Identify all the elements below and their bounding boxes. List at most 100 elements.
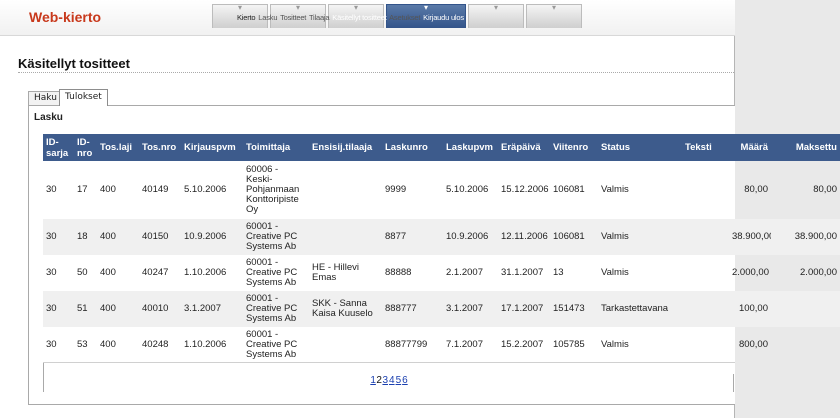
cell-tosnro: 40248	[142, 339, 169, 350]
col-header-viitenro[interactable]: Viitenro	[550, 134, 598, 161]
cell-idnro: 53	[77, 339, 88, 350]
cell-kirjauspvm: 1.10.2006	[184, 267, 227, 278]
nav-label-tilaaja[interactable]: Tilaaja	[309, 13, 330, 22]
table-header-row: ID-sarja ID-nro Tos.laji Tos.nro Kirjaus…	[43, 134, 840, 161]
page-link-4[interactable]: 4	[389, 375, 395, 386]
cell-laskunro: 88888	[385, 267, 412, 278]
tab-haku[interactable]: Haku	[28, 91, 63, 105]
chevron-down-icon: ▾	[551, 3, 556, 12]
app-logo[interactable]: Web-kierto	[29, 9, 101, 25]
table-row[interactable]: 30 18 400 40150 10.9.2006 60001 - Creati…	[43, 219, 840, 255]
cell-maara: 80,00	[744, 184, 768, 195]
cell-toslaji: 400	[100, 339, 116, 350]
cell-idnro: 17	[77, 184, 88, 195]
cell-viitenro: 13	[553, 267, 564, 278]
col-header-toslaji[interactable]: Tos.laji	[97, 134, 139, 161]
col-header-idsarja[interactable]: ID-sarja	[43, 134, 74, 161]
cell-kirjauspvm: 1.10.2006	[184, 339, 227, 350]
cell-teksti	[682, 161, 729, 219]
page-link-6[interactable]: 6	[402, 375, 408, 386]
cell-laskupvm: 7.1.2007	[446, 339, 483, 350]
table-row[interactable]: 30 51 400 40010 3.1.2007 60001 - Creativ…	[43, 291, 840, 327]
nav-label-kirjaudu-ulos[interactable]: Kirjaudu ulos	[423, 13, 464, 22]
section-label: Lasku	[34, 112, 63, 123]
col-header-maara[interactable]: Määrä	[729, 134, 771, 161]
cell-teksti	[682, 291, 729, 327]
results-table: ID-sarja ID-nro Tos.laji Tos.nro Kirjaus…	[43, 134, 840, 363]
col-header-idnro[interactable]: ID-nro	[74, 134, 97, 161]
cell-toslaji: 400	[97, 291, 139, 327]
cell-idsarja: 30	[43, 219, 74, 255]
cell-laskupvm: 5.10.2006	[446, 184, 489, 195]
cell-idsarja: 30	[46, 339, 57, 350]
col-header-toimittaja[interactable]: Toimittaja	[243, 134, 309, 161]
nav-label-lasku[interactable]: Lasku	[258, 13, 277, 22]
cell-teksti	[682, 219, 729, 255]
cell-toimittaja: 60001 - Creative PC Systems Ab	[243, 291, 309, 327]
cell-toslaji: 400	[97, 219, 139, 255]
table-row[interactable]: 30 53 400 40248 1.10.2006 60001 - Creati…	[43, 327, 840, 363]
cell-maksettu	[771, 327, 840, 363]
col-header-teksti[interactable]: Teksti	[682, 134, 729, 161]
cell-ensisij	[309, 327, 382, 363]
cell-kirjauspvm: 3.1.2007	[181, 291, 243, 327]
cell-laskunro: 9999	[385, 184, 407, 195]
cell-erapaiva: 31.1.2007	[501, 267, 544, 278]
cell-toslaji: 400	[100, 184, 116, 195]
cell-laskupvm: 2.1.2007	[446, 267, 483, 278]
cell-maara: 2.000,00	[732, 267, 769, 278]
nav-label-kasitellyt[interactable]: Käsitellyt tositteet	[332, 13, 387, 22]
tab-tulokset[interactable]: Tulokset	[59, 89, 108, 106]
col-header-status[interactable]: Status	[598, 134, 682, 161]
cell-erapaiva: 12.11.2006	[498, 219, 550, 255]
cell-toimittaja: 60001 - Creative PC Systems Ab	[246, 329, 298, 360]
page-link-5[interactable]: 5	[396, 375, 402, 386]
nav-tab-empty-2: ▾	[526, 3, 582, 28]
cell-idnro: 51	[74, 291, 97, 327]
cell-viitenro: 106081	[550, 219, 598, 255]
cell-teksti	[682, 255, 729, 291]
cell-laskunro: 88877799	[385, 339, 428, 350]
title-divider	[18, 72, 734, 73]
cell-laskunro: 8877	[382, 219, 443, 255]
cell-tosnro: 40150	[139, 219, 181, 255]
cell-status: Valmis	[601, 267, 629, 278]
cell-status: Valmis	[601, 339, 629, 350]
cell-toslaji: 400	[100, 267, 116, 278]
panel-right-border	[733, 374, 734, 392]
col-header-laskupvm[interactable]: Laskupvm	[443, 134, 498, 161]
page-title: Käsitellyt tositteet	[18, 56, 130, 71]
chevron-down-icon: ▾	[353, 3, 358, 12]
cell-maksettu: 2.000,00	[800, 267, 837, 278]
nav-label-asetukset[interactable]: Asetukset	[389, 13, 420, 22]
cell-maksettu: 80,00	[813, 184, 837, 195]
table-row[interactable]: 30 50 400 40247 1.10.2006 60001 - Creati…	[43, 255, 840, 291]
col-header-laskunro[interactable]: Laskunro	[382, 134, 443, 161]
cell-viitenro: 151473	[550, 291, 598, 327]
cell-ensisij	[309, 161, 382, 219]
cell-tosnro: 40010	[139, 291, 181, 327]
table-row[interactable]: 30 17 400 40149 5.10.2006 60006 - Keski-…	[43, 161, 840, 219]
nav-label-kierto[interactable]: Kierto	[237, 13, 256, 22]
cell-toimittaja: 60006 - Keski-Pohjanmaan Konttoripiste O…	[246, 164, 300, 215]
nav-label-tositteet[interactable]: Tositteet	[280, 13, 306, 22]
cell-erapaiva: 17.1.2007	[498, 291, 550, 327]
cell-viitenro: 105785	[553, 339, 585, 350]
col-header-tosnro[interactable]: Tos.nro	[139, 134, 181, 161]
cell-idsarja: 30	[43, 291, 74, 327]
pagination: 123456	[43, 362, 735, 392]
cell-laskunro: 888777	[382, 291, 443, 327]
chevron-down-icon: ▾	[237, 3, 242, 12]
cell-toimittaja: 60001 - Creative PC Systems Ab	[243, 219, 309, 255]
cell-kirjauspvm: 5.10.2006	[184, 184, 227, 195]
cell-status: Tarkastettavana	[598, 291, 682, 327]
page-link-3[interactable]: 3	[382, 375, 388, 386]
col-header-kirjauspvm[interactable]: Kirjauspvm	[181, 134, 243, 161]
col-header-ensisij[interactable]: Ensisij.tilaaja	[309, 134, 382, 161]
col-header-erapaiva[interactable]: Eräpäivä	[498, 134, 550, 161]
nav-labels: Kierto Lasku Tositteet Tilaaja Käsitelly…	[237, 13, 465, 22]
cell-idsarja: 30	[46, 267, 57, 278]
col-header-maksettu[interactable]: Maksettu	[771, 134, 840, 161]
cell-erapaiva: 15.2.2007	[501, 339, 544, 350]
cell-laskupvm: 10.9.2006	[443, 219, 498, 255]
